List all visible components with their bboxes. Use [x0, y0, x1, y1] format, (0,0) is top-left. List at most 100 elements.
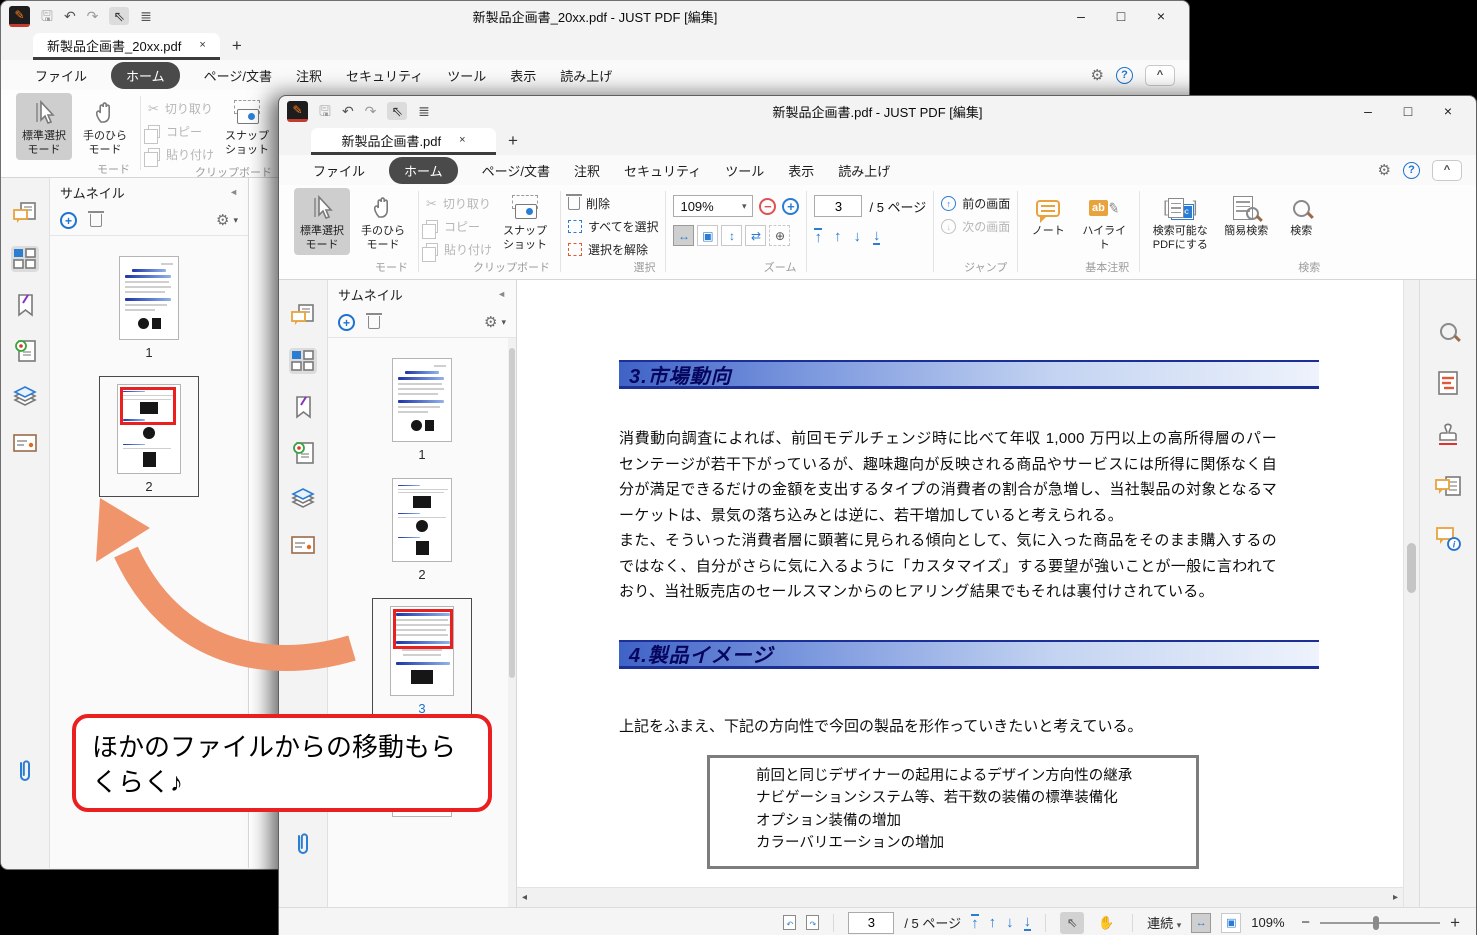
select-all-button[interactable]: すべてを選択 — [568, 218, 658, 235]
fields-panel-icon[interactable] — [289, 532, 317, 558]
fit-width-button[interactable]: ↔ — [673, 225, 694, 246]
hand-mode-button[interactable]: 手のひらモード — [355, 188, 411, 255]
document-tab[interactable]: 新製品企画書.pdf × — [311, 128, 496, 155]
hand-mode-button[interactable]: 手のひらモード — [77, 93, 133, 160]
thumbnails-panel-icon[interactable] — [289, 348, 317, 374]
menu-file[interactable]: ファイル — [35, 66, 87, 85]
settings-gear-icon[interactable]: ⚙ — [1378, 163, 1391, 178]
standard-select-mode-button[interactable]: 標準選択モード — [294, 188, 350, 255]
close-button[interactable]: × — [1141, 3, 1181, 29]
zoom-slider[interactable] — [1320, 922, 1440, 924]
stamp-panel-icon[interactable] — [1434, 422, 1462, 448]
panel-options-gear-icon[interactable]: ⚙ — [216, 213, 229, 228]
panel-options-caret[interactable]: ▾ — [501, 317, 506, 328]
note-button[interactable]: ノート — [1025, 188, 1071, 240]
insert-page-button[interactable]: + — [60, 212, 77, 229]
maximize-button[interactable]: □ — [1388, 98, 1428, 124]
horizontal-scrollbar[interactable]: ◂ ▸ — [517, 887, 1403, 907]
document-tab[interactable]: 新製品企画書_20xx.pdf × — [33, 33, 220, 60]
attachments-paperclip-icon[interactable] — [294, 831, 312, 863]
first-page-button[interactable]: ↑ — [971, 914, 979, 931]
destinations-panel-icon[interactable] — [11, 338, 39, 364]
delete-page-button[interactable] — [90, 214, 102, 227]
thumbnail-page-1[interactable]: 1 — [392, 358, 452, 462]
page-number-input[interactable] — [848, 912, 894, 934]
save-button[interactable]: 🖫 — [319, 104, 331, 118]
layers-panel-icon[interactable] — [11, 384, 39, 410]
menu-readaloud[interactable]: 読み上げ — [560, 66, 612, 85]
make-searchable-pdf-button[interactable]: [abc] 検索可能なPDFにする — [1147, 188, 1213, 255]
select-tool-button[interactable]: ⇖ — [109, 7, 129, 25]
fields-panel-icon[interactable] — [11, 430, 39, 456]
help-icon[interactable]: ? — [1403, 162, 1420, 179]
paste-button[interactable]: 貼り付け — [148, 146, 214, 163]
minimize-button[interactable]: – — [1348, 98, 1388, 124]
undo-button[interactable]: ↶ — [342, 104, 354, 118]
menu-home[interactable]: ホーム — [111, 62, 180, 89]
first-page-button[interactable]: ↑ — [814, 228, 822, 245]
last-page-button[interactable]: ↓ — [1024, 914, 1032, 931]
menu-view[interactable]: 表示 — [788, 161, 814, 180]
search-button[interactable]: 検索 — [1279, 188, 1323, 240]
bookmarks-panel-icon[interactable] — [11, 292, 39, 318]
menu-annotation[interactable]: 注釈 — [296, 66, 322, 85]
menu-page-document[interactable]: ページ/文書 — [204, 66, 272, 85]
last-page-button[interactable]: ↓ — [873, 228, 881, 245]
thumbnails-panel-icon[interactable] — [11, 246, 39, 272]
new-tab-button[interactable]: + — [496, 131, 530, 155]
maximize-button[interactable]: □ — [1101, 3, 1141, 29]
panel-collapse-icon[interactable]: ◄ — [229, 187, 238, 197]
redo-button[interactable]: ↷ — [87, 9, 99, 23]
menu-file[interactable]: ファイル — [313, 161, 365, 180]
panel-options-caret[interactable]: ▾ — [233, 215, 238, 226]
menu-home[interactable]: ホーム — [389, 157, 458, 184]
vertical-scrollbar[interactable] — [1403, 280, 1419, 907]
next-view-button[interactable]: ↷ — [806, 915, 819, 930]
previous-view-button[interactable]: ↑前の画面 — [941, 195, 1010, 212]
fit-visible-button[interactable]: ⇄ — [745, 225, 766, 246]
menu-security[interactable]: セキュリティ — [624, 161, 701, 180]
standard-select-mode-button[interactable]: 標準選択モード — [16, 93, 72, 160]
scroll-left-arrow[interactable]: ◂ — [522, 892, 527, 903]
thumbnail-page-2-selected[interactable]: 2 — [99, 376, 199, 497]
new-tab-button[interactable]: + — [220, 36, 254, 60]
insert-page-button[interactable]: + — [338, 314, 355, 331]
menu-readaloud[interactable]: 読み上げ — [838, 161, 890, 180]
zoom-out-button[interactable]: − — [1301, 914, 1310, 931]
hand-mode-button[interactable]: ✋ — [1094, 912, 1118, 934]
copy-button[interactable]: コピー — [426, 218, 492, 235]
collapse-ribbon-button[interactable]: ^ — [1145, 65, 1175, 86]
thumbnail-page-2[interactable]: 2 — [392, 478, 452, 582]
snapshot-button[interactable]: スナップショット — [497, 188, 553, 255]
previous-view-button[interactable]: ↶ — [783, 915, 796, 930]
zoom-in-button[interactable]: + — [1450, 913, 1460, 933]
next-page-button[interactable]: ↓ — [853, 229, 861, 244]
previous-page-button[interactable]: ↑ — [989, 915, 997, 930]
redaction-panel-icon[interactable] — [1434, 370, 1462, 396]
scroll-right-arrow[interactable]: ▸ — [1393, 892, 1398, 903]
comment-info-panel-icon[interactable]: i — [1434, 526, 1462, 552]
copy-button[interactable]: コピー — [148, 123, 214, 140]
menu-tools[interactable]: ツール — [725, 161, 764, 180]
help-icon[interactable]: ? — [1116, 67, 1133, 84]
panel-options-gear-icon[interactable]: ⚙ — [484, 315, 497, 330]
zoom-out-button[interactable]: − — [759, 198, 776, 215]
zoom-area-button[interactable]: ⊕ — [769, 225, 790, 246]
fit-width-button[interactable]: ↔ — [1191, 913, 1211, 933]
quick-search-button[interactable]: 簡易検索 — [1218, 188, 1274, 240]
previous-page-button[interactable]: ↑ — [834, 229, 842, 244]
destinations-panel-icon[interactable] — [289, 440, 317, 466]
close-button[interactable]: × — [1428, 98, 1468, 124]
customize-toolbar-button[interactable]: ≣ — [140, 9, 152, 23]
attachments-paperclip-icon[interactable] — [16, 758, 34, 790]
fit-page-button[interactable]: ▣ — [697, 225, 718, 246]
snapshot-button[interactable]: スナップショット — [219, 93, 275, 160]
document-page[interactable]: 3.市場動向 消費動向調査によれば、前回モデルチェンジ時に比べて年収 1,000… — [517, 280, 1403, 907]
delete-page-button[interactable] — [368, 316, 380, 329]
panel-scrollbar[interactable] — [508, 338, 516, 907]
minimize-button[interactable]: – — [1061, 3, 1101, 29]
redo-button[interactable]: ↷ — [365, 104, 377, 118]
menu-annotation[interactable]: 注釈 — [574, 161, 600, 180]
menu-view[interactable]: 表示 — [510, 66, 536, 85]
customize-toolbar-button[interactable]: ≣ — [418, 104, 430, 118]
